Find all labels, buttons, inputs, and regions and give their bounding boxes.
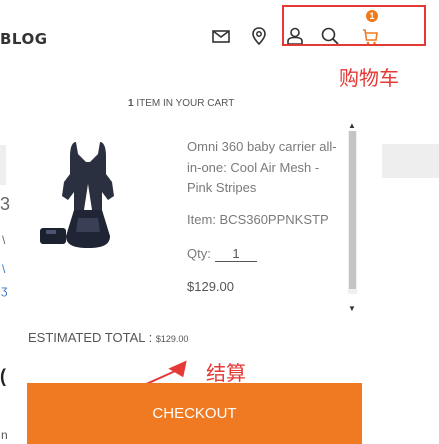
product-sku: Item: BCS360PPNKSTP xyxy=(187,212,329,227)
background-text-fragment: ( xyxy=(0,366,6,386)
background-text-fragment: ʒ xyxy=(1,283,8,297)
checkout-annotation: 结算 xyxy=(206,361,246,385)
scroll-up-arrow-icon[interactable]: ▲ xyxy=(348,121,356,130)
background-fragment-right xyxy=(382,144,439,178)
background-text-fragment: n xyxy=(1,428,8,442)
product-image[interactable] xyxy=(28,134,146,252)
product-name-link[interactable]: Omni 360 baby carrier all-in-one: Cool A… xyxy=(187,137,345,199)
scrollbar-thumb[interactable] xyxy=(349,131,356,289)
background-text-fragment: \ xyxy=(2,262,6,276)
brand-logo-fragment[interactable]: BLOG xyxy=(0,30,48,48)
cart-highlight-box xyxy=(282,5,426,46)
qty-label: Qty: xyxy=(187,246,211,261)
estimated-total-label: ESTIMATED TOTAL : xyxy=(28,330,156,345)
mail-icon[interactable] xyxy=(211,26,231,46)
qty-input[interactable]: 1 xyxy=(215,246,257,262)
estimated-total-value: $129.00 xyxy=(155,334,189,344)
estimated-total: ESTIMATED TOTAL : $129.00 xyxy=(28,330,188,345)
scroll-down-arrow-icon[interactable]: ▼ xyxy=(348,304,356,313)
background-text-fragment: \ xyxy=(2,233,6,247)
cart-annotation: 购物车 xyxy=(339,66,399,90)
items-in-cart-text: 1 ITEM IN YOUR CART xyxy=(128,98,234,109)
location-icon[interactable] xyxy=(249,26,269,46)
checkout-button[interactable]: CHECKOUT xyxy=(27,383,362,444)
product-price: $129.00 xyxy=(187,279,234,294)
items-in-cart-label: ITEM IN YOUR CART xyxy=(133,98,235,109)
background-fragment-left xyxy=(0,145,6,185)
background-text-fragment: 3 xyxy=(0,194,11,214)
